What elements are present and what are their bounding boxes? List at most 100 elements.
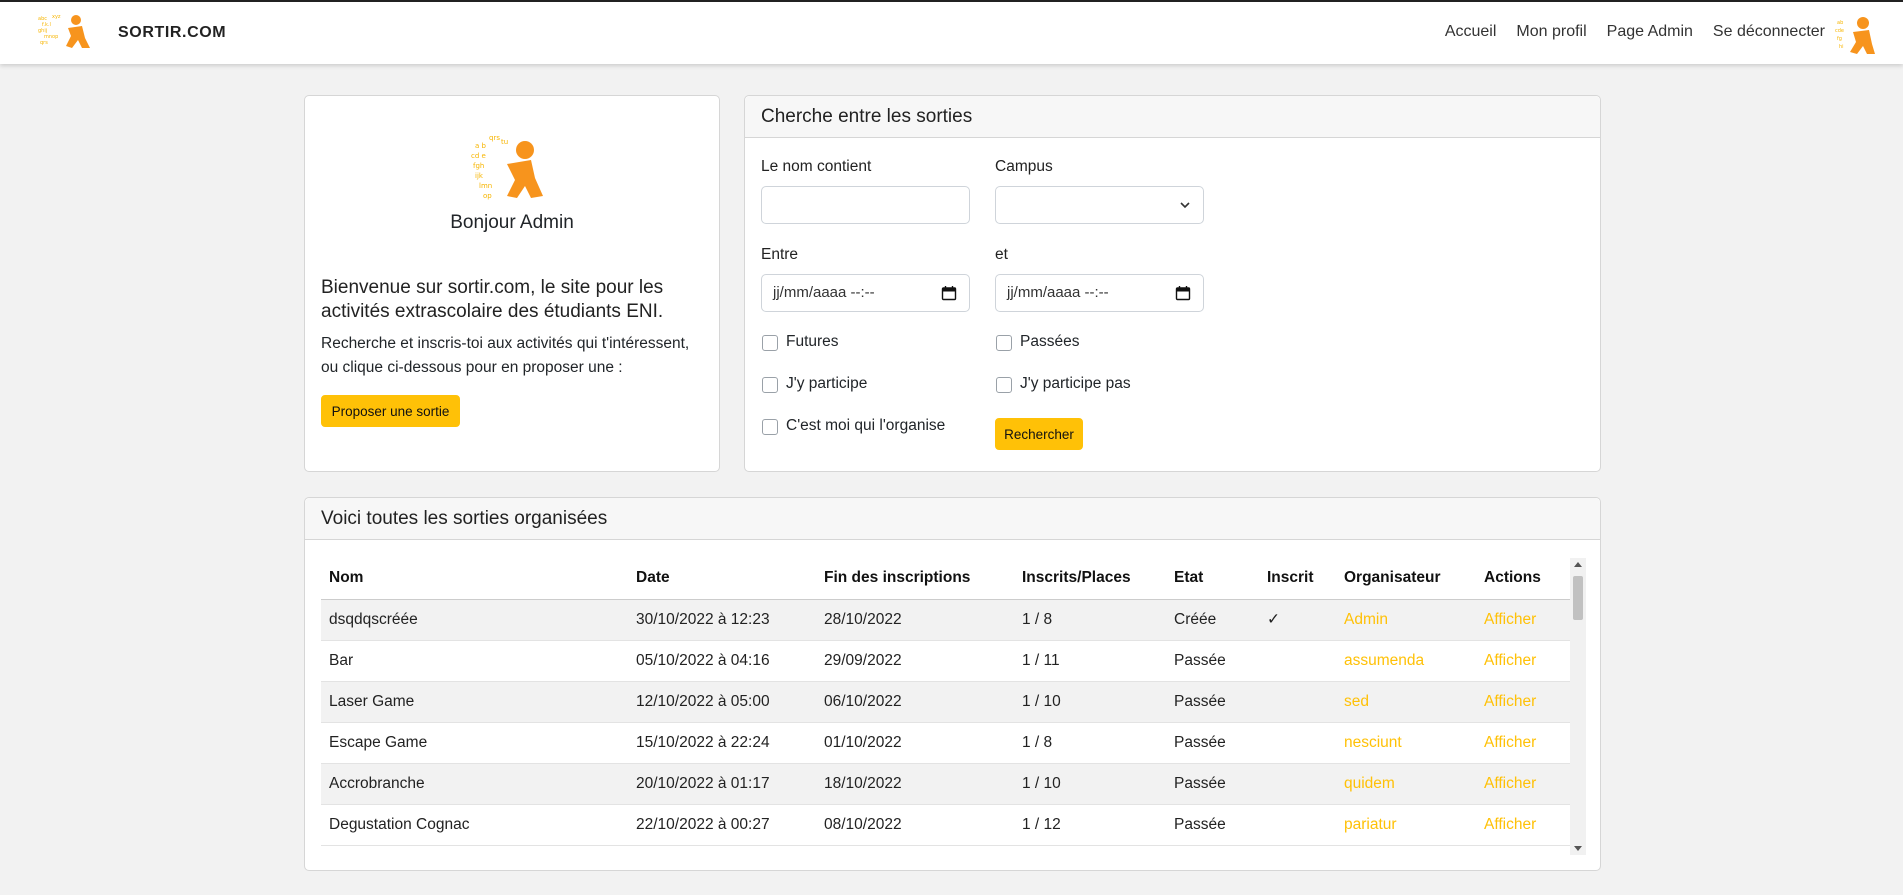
date-from-input[interactable]: jj/mm/aaaa --:--: [761, 274, 970, 312]
propose-sortie-button[interactable]: Proposer une sortie: [321, 395, 460, 427]
cell-inscrit: [1259, 640, 1336, 682]
welcome-card: a b cd e fgh ijk lmn op qrs tu Bonjour Admin …: [304, 95, 720, 472]
cell-date: 05/10/2022 à 04:16: [628, 640, 816, 682]
svg-text:ijk: ijk: [475, 172, 484, 180]
svg-text:qrs: qrs: [40, 40, 48, 46]
afficher-link[interactable]: Afficher: [1476, 804, 1570, 846]
cell-fin: 06/10/2022: [816, 681, 1014, 723]
site-logo-icon[interactable]: abcf.k.lghij mnopqrsxyz: [38, 12, 96, 52]
table-header-row: Nom Date Fin des inscriptions Inscrits/P…: [321, 558, 1570, 600]
col-etat: Etat: [1166, 558, 1259, 600]
nav-link-deconnecter[interactable]: Se déconnecter: [1713, 23, 1825, 41]
cell-inscrit: [1259, 804, 1336, 846]
cell-nom: Degustation Cognac: [321, 804, 628, 846]
cell-places: 1 / 12: [1014, 804, 1166, 846]
cell-inscrit: [1259, 722, 1336, 764]
passees-label: Passées: [1020, 333, 1080, 350]
campus-label: Campus: [995, 158, 1053, 175]
organisateur-link[interactable]: sed: [1336, 681, 1476, 723]
sorties-table-scroll[interactable]: Nom Date Fin des inscriptions Inscrits/P…: [321, 558, 1586, 855]
nav-link-page-admin[interactable]: Page Admin: [1607, 23, 1693, 41]
cell-fin: 18/10/2022: [816, 763, 1014, 805]
cell-places: 1 / 8: [1014, 722, 1166, 764]
nav-link-mon-profil[interactable]: Mon profil: [1516, 23, 1586, 41]
cell-etat: Passée: [1166, 640, 1259, 682]
calendar-icon[interactable]: [1175, 285, 1191, 301]
sorties-table: Nom Date Fin des inscriptions Inscrits/P…: [321, 558, 1570, 846]
brand-name[interactable]: SORTIR.COM: [118, 24, 226, 42]
cell-date: 15/10/2022 à 22:24: [628, 722, 816, 764]
cell-inscrit: [1259, 681, 1336, 723]
date-from-placeholder: jj/mm/aaaa --:--: [773, 284, 875, 301]
welcome-text: Recherche et inscris-toi aux activités q…: [321, 335, 690, 376]
table-row: Bar 05/10/2022 à 04:16 29/09/2022 1 / 11…: [321, 640, 1570, 682]
organisateur-link[interactable]: quidem: [1336, 763, 1476, 805]
svg-text:tu: tu: [501, 138, 508, 146]
campus-select[interactable]: [995, 186, 1204, 224]
organisateur-link[interactable]: assumenda: [1336, 640, 1476, 682]
col-fin-inscriptions: Fin des inscriptions: [816, 558, 1014, 600]
organisateur-link[interactable]: Admin: [1336, 599, 1476, 641]
cell-nom: Escape Game: [321, 722, 628, 764]
table-row: Laser Game 12/10/2022 à 05:00 06/10/2022…: [321, 681, 1570, 723]
cell-date: 20/10/2022 à 01:17: [628, 763, 816, 805]
afficher-link[interactable]: Afficher: [1476, 722, 1570, 764]
organise-checkbox[interactable]: [762, 419, 778, 435]
cell-places: 1 / 11: [1014, 640, 1166, 682]
table-row: Accrobranche 20/10/2022 à 01:17 18/10/20…: [321, 763, 1570, 805]
afficher-link[interactable]: Afficher: [1476, 599, 1570, 641]
sorties-card-header: Voici toutes les sorties organisées: [305, 498, 1600, 540]
cell-fin: 28/10/2022: [816, 599, 1014, 641]
nav-links: Accueil Mon profil Page Admin Se déconne…: [1445, 23, 1825, 41]
participe-checkbox[interactable]: [762, 377, 778, 393]
passees-checkbox[interactable]: [996, 335, 1012, 351]
cell-etat: Passée: [1166, 722, 1259, 764]
table-row: dsqdqscréée 30/10/2022 à 12:23 28/10/202…: [321, 599, 1570, 641]
col-inscrits-places: Inscrits/Places: [1014, 558, 1166, 600]
afficher-link[interactable]: Afficher: [1476, 681, 1570, 723]
cell-etat: Passée: [1166, 681, 1259, 723]
date-to-label: et: [995, 246, 1008, 263]
calendar-icon[interactable]: [941, 285, 957, 301]
cell-fin: 29/09/2022: [816, 640, 1014, 682]
col-actions: Actions: [1476, 558, 1570, 600]
cell-nom: Bar: [321, 640, 628, 682]
name-label: Le nom contient: [761, 158, 872, 175]
nav-link-accueil[interactable]: Accueil: [1445, 23, 1497, 41]
organise-label: C'est moi qui l'organise: [786, 417, 946, 434]
afficher-link[interactable]: Afficher: [1476, 763, 1570, 805]
svg-text:fgh: fgh: [473, 162, 484, 170]
cell-places: 1 / 10: [1014, 681, 1166, 723]
sorties-card: Voici toutes les sorties organisées Nom …: [304, 497, 1601, 871]
cell-places: 1 / 10: [1014, 763, 1166, 805]
name-input[interactable]: [761, 186, 970, 224]
cell-date: 30/10/2022 à 12:23: [628, 599, 816, 641]
rechercher-button[interactable]: Rechercher: [995, 418, 1083, 450]
cell-places: 1 / 8: [1014, 599, 1166, 641]
svg-text:ab: ab: [1837, 20, 1843, 26]
futures-checkbox[interactable]: [762, 335, 778, 351]
cell-nom: Laser Game: [321, 681, 628, 723]
cell-etat: Passée: [1166, 804, 1259, 846]
avatar[interactable]: ab cde fg hi: [1835, 14, 1877, 56]
svg-text:op: op: [483, 192, 492, 200]
organisateur-link[interactable]: pariatur: [1336, 804, 1476, 846]
cell-etat: Passée: [1166, 763, 1259, 805]
cell-inscrit: ✓: [1259, 599, 1336, 641]
table-scrollbar[interactable]: [1570, 558, 1586, 855]
scroll-up-arrow-icon[interactable]: [1574, 562, 1582, 567]
cell-date: 12/10/2022 à 05:00: [628, 681, 816, 723]
scroll-thumb[interactable]: [1573, 576, 1583, 620]
svg-text:xyz: xyz: [52, 14, 61, 20]
svg-text:lmn: lmn: [479, 182, 492, 190]
cell-fin: 08/10/2022: [816, 804, 1014, 846]
participe-pas-checkbox[interactable]: [996, 377, 1012, 393]
welcome-title: Bienvenue sur sortir.com, le site pour l…: [321, 277, 664, 322]
cell-etat: Créée: [1166, 599, 1259, 641]
date-to-input[interactable]: jj/mm/aaaa --:--: [995, 274, 1204, 312]
search-card: Cherche entre les sorties Le nom contien…: [744, 95, 1601, 472]
table-row: Degustation Cognac 22/10/2022 à 00:27 08…: [321, 804, 1570, 846]
organisateur-link[interactable]: nesciunt: [1336, 722, 1476, 764]
scroll-down-arrow-icon[interactable]: [1574, 846, 1582, 851]
afficher-link[interactable]: Afficher: [1476, 640, 1570, 682]
